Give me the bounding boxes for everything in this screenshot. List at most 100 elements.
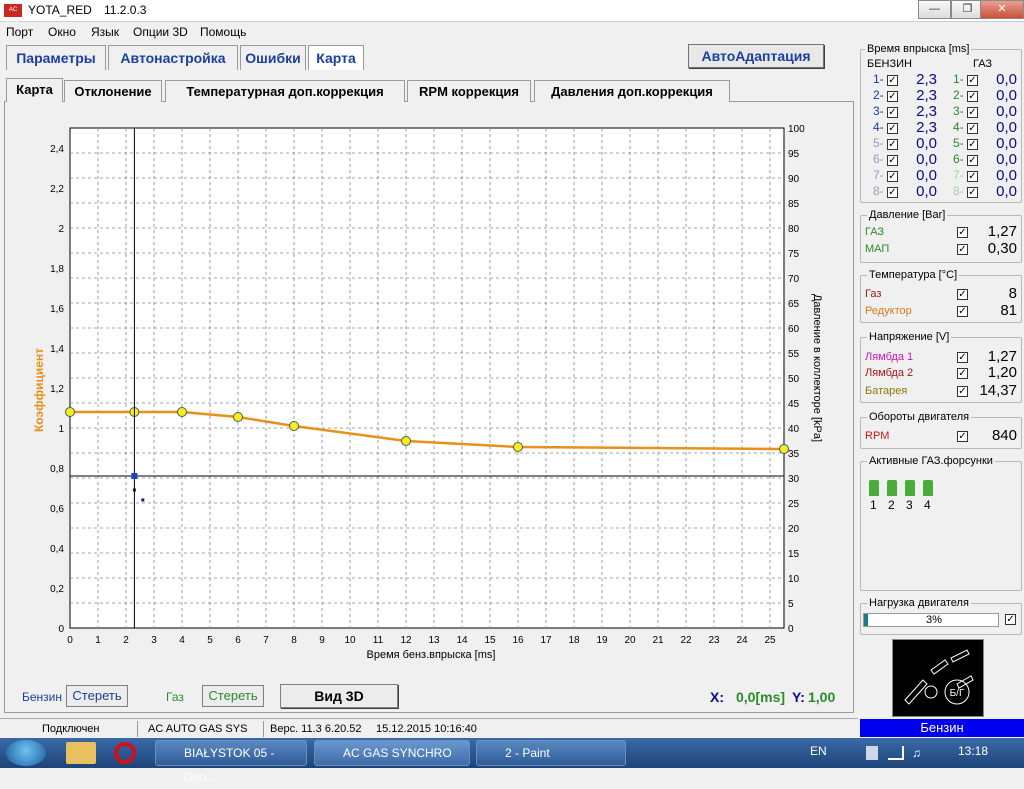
- status-connection: Подключен: [38, 721, 138, 737]
- subtab-map[interactable]: Карта: [6, 78, 63, 102]
- cursor-y-value: 1,00: [808, 689, 836, 705]
- chart-x-tick-label: 4: [179, 635, 185, 646]
- menu-port[interactable]: Порт: [6, 25, 33, 39]
- petrol-injector-checkbox[interactable]: ✓: [887, 107, 898, 118]
- gas-injector-checkbox[interactable]: ✓: [967, 139, 978, 150]
- switch-label: Б/Г: [950, 688, 965, 699]
- chart-x-tick-label: 17: [540, 635, 552, 646]
- explorer-icon[interactable]: [66, 742, 96, 764]
- map-chart[interactable]: 0 1 2 3 4 5 6 7 8 9 10 11 12 13 14 15 16 17 18 19 20 21 22 23 24…: [6, 118, 836, 668]
- gas-injector-value: 0,0: [996, 183, 1017, 200]
- chart-x-axis-label: Время бенз.впрыска [ms]: [367, 649, 496, 661]
- clear-gas-button[interactable]: Стереть: [202, 685, 264, 707]
- chart-y2-tick-label: 65: [788, 299, 800, 310]
- gas-injector-label: 1: [870, 498, 877, 512]
- close-button[interactable]: ✕: [980, 0, 1024, 19]
- temperature-title: Температура [°C]: [867, 269, 960, 281]
- taskbar-item-paint[interactable]: 2 - Paint: [476, 740, 626, 766]
- chart-y2-tick-label: 20: [788, 524, 800, 535]
- chart-x-tick-label: 3: [151, 635, 157, 646]
- subtab-rpm-correction[interactable]: RPM коррекция: [407, 80, 531, 102]
- switch-indicator: [924, 685, 938, 699]
- chart-y-tick-label: 0,2: [50, 584, 64, 595]
- petrol-injector-checkbox[interactable]: ✓: [887, 123, 898, 134]
- chart-y2-tick-label: 15: [788, 549, 800, 560]
- chart-x-tick-label: 25: [764, 635, 776, 646]
- petrol-label: Бензин: [22, 690, 63, 704]
- rpm-label: RPM: [865, 430, 890, 442]
- chart-x-tick-label: 24: [736, 635, 748, 646]
- chart-y2-tick-label: 60: [788, 324, 800, 335]
- chart-y-tick-label: 1: [58, 424, 64, 435]
- tab-autotune[interactable]: Автонастройка: [108, 45, 238, 70]
- language-indicator[interactable]: EN: [810, 744, 827, 758]
- chart-x-tick-label: 15: [484, 635, 496, 646]
- petrol-header: БЕНЗИН: [867, 58, 912, 70]
- menu-help[interactable]: Помощь: [200, 25, 246, 39]
- power-icon[interactable]: [866, 746, 878, 760]
- lambda1-label: Лямбда 1: [865, 351, 914, 363]
- petrol-injector-checkbox[interactable]: ✓: [887, 155, 898, 166]
- switch-led-4: [956, 675, 974, 689]
- petrol-injector-checkbox[interactable]: ✓: [887, 91, 898, 102]
- gas-injector-icon: [887, 480, 897, 496]
- view-3d-button[interactable]: Вид 3D: [280, 684, 398, 708]
- chart-x-tick-label: 14: [456, 635, 468, 646]
- menu-options-3d[interactable]: Опции 3D: [133, 25, 188, 39]
- window-title: YOTA_RED: [28, 3, 92, 17]
- gas-injector-icon: [869, 480, 879, 496]
- taskbar-item-browser[interactable]: BIAŁYSTOK 05 - Goo...: [155, 740, 307, 784]
- gas-injector-checkbox[interactable]: ✓: [967, 107, 978, 118]
- chart-x-tick-label: 2: [123, 635, 129, 646]
- tab-errors[interactable]: Ошибки: [240, 45, 306, 70]
- menu-language[interactable]: Язык: [91, 25, 119, 39]
- clock[interactable]: 13:18: [958, 744, 988, 758]
- petrol-injector-checkbox[interactable]: ✓: [887, 187, 898, 198]
- petrol-injector-checkbox[interactable]: ✓: [887, 139, 898, 150]
- opera-icon[interactable]: [114, 742, 136, 764]
- petrol-injector-checkbox[interactable]: ✓: [887, 171, 898, 182]
- chart-x-tick-label: 8: [291, 635, 297, 646]
- gas-injector-value: 0,0: [996, 151, 1017, 168]
- tab-map[interactable]: Карта: [308, 45, 364, 70]
- status-company: AC AUTO GAS SYS: [144, 721, 264, 737]
- tab-parameters[interactable]: Параметры: [6, 45, 106, 70]
- menu-window[interactable]: Окно: [48, 25, 76, 39]
- gas-injector-checkbox[interactable]: ✓: [967, 155, 978, 166]
- status-datetime: 15.12.2015 10:16:40: [376, 723, 477, 735]
- lambda2-label: Лямбда 2: [865, 367, 914, 379]
- switch-led-3: [950, 649, 970, 663]
- subtab-temp-correction[interactable]: Температурная доп.коррекция: [165, 80, 405, 102]
- chart-x-tick-label: 23: [708, 635, 720, 646]
- minimize-button[interactable]: —: [918, 0, 951, 19]
- engine-load-value: 3%: [926, 614, 942, 626]
- autoadaptation-button[interactable]: АвтоАдаптация: [688, 44, 824, 68]
- gas-injector-value: 0,0: [996, 87, 1017, 104]
- chart-y2-tick-label: 5: [788, 599, 794, 610]
- chart-x-tick-label: 12: [400, 635, 412, 646]
- gas-injector-checkbox[interactable]: ✓: [967, 75, 978, 86]
- chart-y2-tick-label: 30: [788, 474, 800, 485]
- chart-x-tick-label: 18: [568, 635, 580, 646]
- start-button[interactable]: [6, 740, 46, 766]
- gas-injector-checkbox[interactable]: ✓: [967, 91, 978, 102]
- rpm-group: Обороты двигателя RPM ✓ 840: [860, 411, 1022, 449]
- petrol-injector-value: 2,3: [916, 119, 937, 136]
- petrol-injector-checkbox[interactable]: ✓: [887, 75, 898, 86]
- engine-load-checkbox[interactable]: ✓: [1005, 614, 1016, 625]
- volume-icon[interactable]: ♫: [912, 746, 926, 760]
- pressure-map-value: 0,30: [987, 240, 1017, 257]
- subtab-deviation[interactable]: Отклонение: [64, 80, 162, 102]
- fuel-switch[interactable]: Б/Г: [892, 639, 984, 717]
- taskbar-item-acgas[interactable]: AC GAS SYNCHRO: [314, 740, 470, 766]
- gas-injector-checkbox[interactable]: ✓: [967, 123, 978, 134]
- network-icon[interactable]: [888, 746, 904, 760]
- gas-injector-checkbox[interactable]: ✓: [967, 171, 978, 182]
- chart-y-tick-label: 2: [58, 224, 64, 235]
- gas-injector-checkbox[interactable]: ✓: [967, 187, 978, 198]
- clear-petrol-button[interactable]: Стереть: [66, 685, 128, 707]
- fuel-switch-graphic: Б/Г: [904, 649, 974, 705]
- chart-data-point: [779, 444, 789, 454]
- status-bar: Подключен AC AUTO GAS SYS Верс. 11.3 6.2…: [0, 718, 858, 738]
- subtab-pressure-correction[interactable]: Давления доп.коррекция: [534, 80, 730, 102]
